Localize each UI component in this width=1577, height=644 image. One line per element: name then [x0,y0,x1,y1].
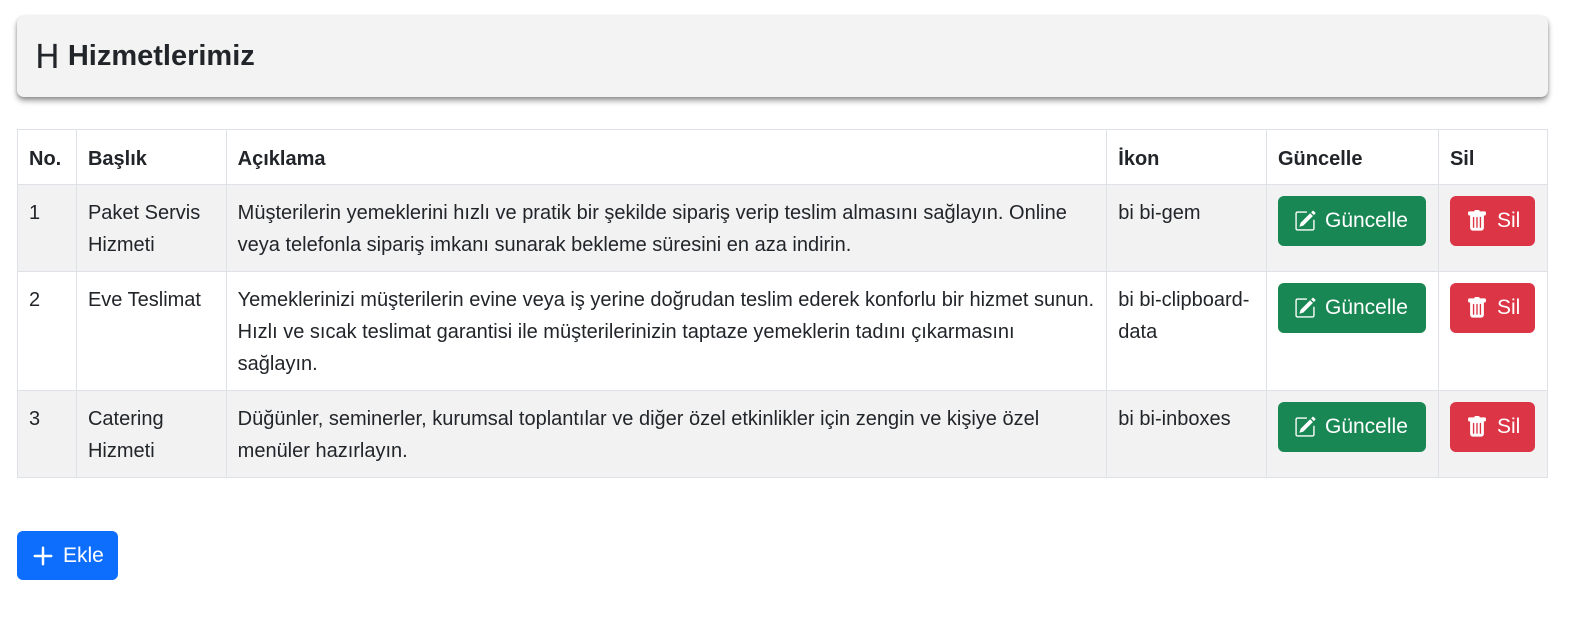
column-header-no: No. [17,129,77,185]
table-row: 2 Eve Teslimat Yemeklerinizi müşterileri… [17,271,1549,391]
cell-title: Catering Hizmeti [75,390,227,478]
update-button-label: Güncelle [1324,296,1408,319]
services-table: No. Başlık Açıklama İkon Güncelle Sil 1 … [17,129,1549,478]
column-header-title: Başlık [75,129,227,185]
cell-no: 3 [17,390,77,478]
delete-button[interactable]: Sil [1449,196,1535,246]
plus-icon [33,546,53,565]
cell-description: Düğünler, seminerler, kurumsal toplantıl… [225,390,1108,478]
pencil-square-icon [1295,210,1316,231]
table-row: 1 Paket Servis Hizmeti Müşterilerin yeme… [17,184,1549,272]
update-button[interactable]: Güncelle [1277,283,1426,333]
update-button-label: Güncelle [1324,415,1408,438]
column-header-update: Güncelle [1265,129,1439,185]
trash-icon [1468,297,1486,318]
table-header-row: No. Başlık Açıklama İkon Güncelle Sil [17,129,1549,185]
delete-button-label: Sil [1496,296,1521,319]
add-button-label: Ekle [63,543,104,567]
column-header-icon: İkon [1106,129,1267,185]
pencil-square-icon [1295,297,1316,318]
column-header-delete: Sil [1437,129,1549,185]
cell-icon-class: bi bi-clipboard-data [1106,271,1267,391]
cell-icon-class: bi bi-gem [1106,184,1267,272]
update-button[interactable]: Güncelle [1277,402,1426,452]
trash-icon [1468,210,1486,231]
cell-no: 1 [17,184,77,272]
cell-delete: Sil [1437,271,1549,391]
cell-update: Güncelle [1265,390,1439,478]
update-button[interactable]: Güncelle [1277,196,1426,246]
cell-update: Güncelle [1265,184,1439,272]
cell-description: Yemeklerinizi müşterilerin evine veya iş… [225,271,1108,391]
cell-delete: Sil [1437,184,1549,272]
page-title: Hizmetlerimiz [67,40,255,72]
page: H Hizmetlerimiz No. Başlık Açıklama İkon… [0,0,1577,644]
add-button[interactable]: Ekle [17,531,118,580]
delete-button[interactable]: Sil [1449,402,1535,452]
cell-no: 2 [17,271,77,391]
column-header-description: Açıklama [225,129,1108,185]
cell-title: Paket Servis Hizmeti [75,184,227,272]
cell-delete: Sil [1437,390,1549,478]
update-button-label: Güncelle [1324,209,1408,232]
heading-icon: H [35,37,60,76]
pencil-square-icon [1295,416,1316,437]
delete-button-label: Sil [1496,415,1521,438]
delete-button-label: Sil [1496,209,1521,232]
cell-description: Müşterilerin yemeklerini hızlı ve pratik… [225,184,1108,272]
cell-title: Eve Teslimat [75,271,227,391]
cell-icon-class: bi bi-inboxes [1106,390,1267,478]
cell-update: Güncelle [1265,271,1439,391]
page-header: H Hizmetlerimiz [17,16,1548,97]
table-row: 3 Catering Hizmeti Düğünler, seminerler,… [17,390,1549,478]
delete-button[interactable]: Sil [1449,283,1535,333]
trash-icon [1468,416,1486,437]
